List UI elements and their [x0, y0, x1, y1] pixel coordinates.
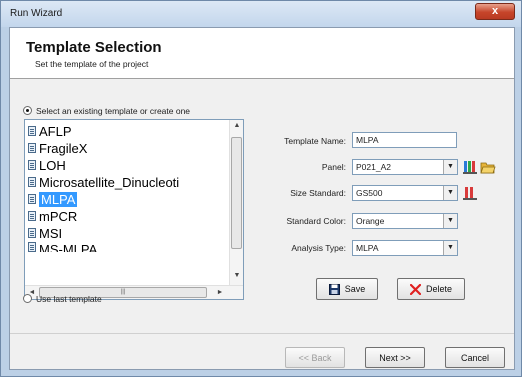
list-item[interactable]: MSI: [28, 225, 62, 241]
scroll-up-arrow-icon[interactable]: ▲: [230, 122, 243, 129]
close-button[interactable]: x: [475, 3, 515, 20]
list-item-label: FragileX: [39, 140, 88, 156]
select-existing-label[interactable]: Select an existing template or create on…: [36, 106, 190, 116]
size-standard-select[interactable]: GS500 ▼: [352, 185, 458, 201]
footer-separator: [10, 333, 514, 334]
template-icon: [28, 228, 36, 238]
size-standard-label: Size Standard:: [290, 188, 346, 198]
list-vertical-scrollbar[interactable]: ▲ ▼: [229, 120, 243, 285]
analysis-type-label: Analysis Type:: [291, 243, 346, 253]
list-item-label: mPCR: [39, 208, 78, 224]
list-item-label: Microsatellite_Dinucleoti: [39, 174, 180, 190]
template-icon: [28, 242, 36, 252]
chevron-down-icon[interactable]: ▼: [443, 214, 457, 228]
template-name-input[interactable]: MLPA: [352, 132, 457, 148]
standard-color-label: Standard Color:: [286, 216, 346, 226]
analysis-type-value: MLPA: [356, 243, 379, 253]
vertical-scroll-thumb[interactable]: [231, 137, 242, 249]
template-icon: [28, 143, 36, 153]
list-item-label: MSI: [39, 225, 63, 241]
run-wizard-window: Run Wizard x Template Selection Set the …: [0, 0, 522, 377]
cancel-button[interactable]: Cancel: [445, 347, 505, 368]
save-button[interactable]: Save: [316, 278, 378, 300]
template-icon: [28, 160, 36, 170]
delete-button-label: Delete: [425, 284, 452, 294]
open-folder-icon[interactable]: [480, 159, 496, 175]
floppy-disk-icon: [328, 283, 340, 295]
template-icon: [28, 126, 36, 136]
standard-color-value: Orange: [356, 216, 385, 226]
template-icon: [28, 177, 36, 187]
page-title: Template Selection: [26, 39, 162, 56]
panel-library-icon[interactable]: [462, 159, 478, 175]
list-item-label: MLPA: [39, 191, 78, 207]
chevron-down-icon[interactable]: ▼: [443, 241, 457, 255]
scroll-down-arrow-icon[interactable]: ▼: [230, 272, 243, 279]
scroll-right-arrow-icon[interactable]: ►: [213, 289, 227, 296]
use-last-template-radio[interactable]: [23, 294, 32, 303]
list-item-label: AFLP: [39, 123, 72, 139]
use-last-template-label[interactable]: Use last template: [36, 294, 102, 304]
list-item[interactable]: MS-MLPA: [28, 242, 97, 252]
chevron-down-icon[interactable]: ▼: [443, 160, 457, 174]
list-item-label: LOH: [39, 157, 66, 173]
analysis-type-select[interactable]: MLPA ▼: [352, 240, 458, 256]
next-button[interactable]: Next >>: [365, 347, 425, 368]
save-button-label: Save: [344, 284, 366, 294]
delete-x-icon: [409, 283, 421, 295]
size-standard-library-icon[interactable]: [462, 185, 478, 201]
list-item[interactable]: FragileX: [28, 140, 87, 156]
chevron-down-icon[interactable]: ▼: [443, 186, 457, 200]
panel-value: P021_A2: [356, 162, 391, 172]
standard-color-select[interactable]: Orange ▼: [352, 213, 458, 229]
panel-select[interactable]: P021_A2 ▼: [352, 159, 458, 175]
list-item[interactable]: LOH: [28, 157, 66, 173]
select-existing-radio[interactable]: [23, 106, 32, 115]
template-icon: [28, 194, 36, 204]
wizard-header: Template Selection Set the template of t…: [10, 28, 514, 79]
wizard-client-area: Template Selection Set the template of t…: [9, 27, 515, 370]
page-subtitle: Set the template of the project: [35, 59, 149, 69]
list-item-selected[interactable]: MLPA: [28, 191, 78, 207]
title-bar[interactable]: Run Wizard x: [1, 1, 521, 27]
list-item[interactable]: Microsatellite_Dinucleoti: [28, 174, 179, 190]
list-item[interactable]: AFLP: [28, 123, 72, 139]
template-list[interactable]: AFLP FragileX LOH Microsatellite_Dinucle…: [24, 119, 244, 300]
template-name-label: Template Name:: [284, 136, 346, 146]
size-standard-value: GS500: [356, 188, 383, 198]
panel-label: Panel:: [321, 162, 346, 172]
template-icon: [28, 211, 36, 221]
list-item[interactable]: mPCR: [28, 208, 77, 224]
back-button[interactable]: << Back: [285, 347, 345, 368]
list-item-label: MS-MLPA: [39, 242, 98, 252]
delete-button[interactable]: Delete: [397, 278, 465, 300]
window-title: Run Wizard: [10, 8, 63, 19]
